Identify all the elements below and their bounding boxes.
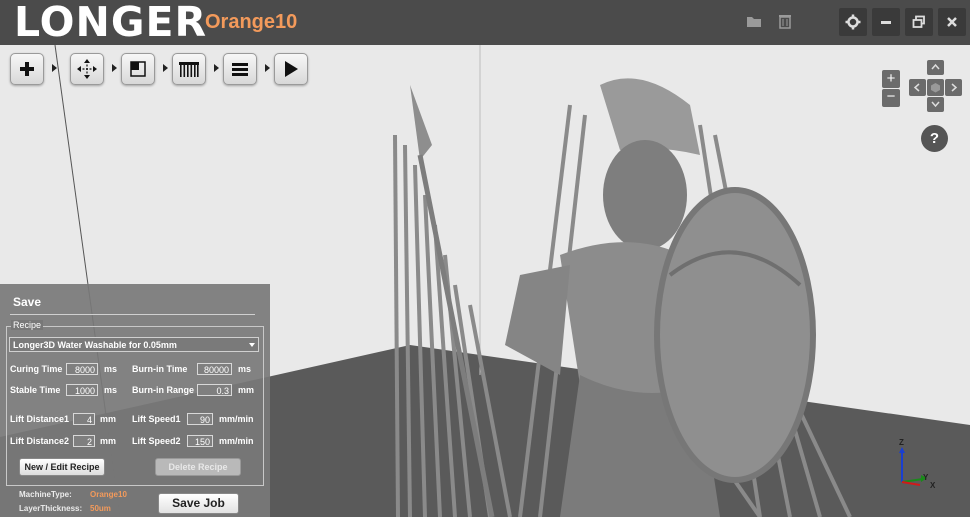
stable-time-label: Stable Time	[10, 385, 61, 395]
stable-time-unit: ms	[104, 385, 118, 395]
minimize-button[interactable]	[872, 8, 900, 36]
burnin-range-input[interactable]: 0.3	[197, 384, 232, 396]
supports-icon	[179, 62, 199, 77]
lift-distance1-input[interactable]: 4	[73, 413, 95, 425]
delete-recipe-button[interactable]: Delete Recipe	[155, 458, 241, 476]
curing-time-label: Curing Time	[10, 364, 63, 374]
add-model-button[interactable]	[10, 53, 44, 85]
play-icon	[285, 61, 298, 77]
lift-distance1-unit: mm	[100, 414, 117, 424]
panel-title: Save	[13, 295, 42, 309]
title-bar: LONGER Orange10	[0, 0, 970, 46]
print-button[interactable]	[274, 53, 308, 85]
trash-icon[interactable]	[776, 12, 794, 30]
longer-logo: LONGER	[14, 0, 208, 46]
zoom-out-button[interactable]: −	[882, 89, 900, 107]
burnin-time-label: Burn-in Time	[132, 364, 188, 374]
move-button[interactable]	[70, 53, 104, 85]
chevron-left-icon	[913, 83, 920, 92]
add-menu-arrow[interactable]	[52, 64, 57, 72]
burnin-range-unit: mm	[238, 385, 255, 395]
save-panel: Save Recipe Longer3D Water Washable for …	[0, 284, 270, 517]
restore-button[interactable]	[905, 8, 933, 36]
add-icon	[20, 62, 34, 76]
folder-icon[interactable]	[745, 12, 763, 30]
minimize-icon	[881, 21, 891, 24]
chevron-down-icon	[931, 101, 940, 108]
axis-z-label: Z	[899, 438, 904, 447]
axis-y-label: Y	[923, 473, 929, 482]
pan-left-button[interactable]	[909, 79, 926, 96]
lift-distance2-unit: mm	[100, 436, 117, 446]
scale-button[interactable]	[121, 53, 155, 85]
gear-icon	[845, 14, 861, 30]
new-edit-recipe-button[interactable]: New / Edit Recipe	[19, 458, 105, 476]
pan-up-button[interactable]	[927, 60, 944, 75]
lift-speed2-label: Lift Speed2	[132, 436, 181, 446]
shield	[654, 187, 816, 483]
zoom-in-button[interactable]: +	[882, 70, 900, 88]
save-job-button[interactable]: Save Job	[158, 493, 239, 514]
axis-gizmo	[899, 447, 927, 486]
machine-type-label: MachineType:	[19, 490, 72, 499]
settings-button[interactable]	[839, 8, 867, 36]
supports-button[interactable]	[172, 53, 206, 85]
chevron-right-icon	[951, 83, 958, 92]
recipe-select[interactable]: Longer3D Water Washable for 0.05mm	[9, 337, 259, 352]
curing-time-input[interactable]: 8000	[66, 363, 98, 375]
pan-down-button[interactable]	[927, 97, 944, 112]
pan-right-button[interactable]	[945, 79, 962, 96]
layers-menu-arrow[interactable]	[265, 64, 270, 72]
scale-menu-arrow[interactable]	[163, 64, 168, 72]
lift-speed1-unit: mm/min	[219, 414, 254, 424]
recipe-legend: Recipe	[11, 320, 44, 330]
burnin-range-label: Burn-in Range	[132, 385, 194, 395]
axis-x-label: X	[930, 481, 936, 490]
scale-icon	[130, 61, 146, 77]
close-button[interactable]	[938, 8, 966, 36]
help-button[interactable]: ?	[921, 125, 948, 152]
lift-speed1-label: Lift Speed1	[132, 414, 181, 424]
lift-speed2-input[interactable]: 150	[187, 435, 213, 447]
printer-model-label: Orange10	[205, 11, 298, 33]
layer-thickness-value: 50um	[90, 504, 111, 513]
supports-menu-arrow[interactable]	[214, 64, 219, 72]
close-icon	[947, 17, 957, 27]
cube-icon	[931, 83, 940, 93]
burnin-time-unit: ms	[238, 364, 252, 374]
chevron-up-icon	[931, 63, 940, 70]
move-menu-arrow[interactable]	[112, 64, 117, 72]
chevron-down-icon	[249, 343, 255, 347]
lift-distance1-label: Lift Distance1	[10, 414, 70, 424]
lift-distance2-input[interactable]: 2	[73, 435, 95, 447]
restore-icon	[912, 15, 925, 28]
machine-type-value: Orange10	[90, 490, 127, 499]
stable-time-input[interactable]: 1000	[66, 384, 98, 396]
layers-button[interactable]	[223, 53, 257, 85]
lift-distance2-label: Lift Distance2	[10, 436, 70, 446]
lift-speed1-input[interactable]: 90	[187, 413, 213, 425]
burnin-time-input[interactable]: 80000	[197, 363, 232, 375]
slice-layers-icon	[232, 63, 248, 76]
lift-speed2-unit: mm/min	[219, 436, 254, 446]
reset-view-button[interactable]	[927, 79, 944, 96]
help-icon: ?	[929, 130, 940, 147]
layer-thickness-label: LayerThickness:	[19, 504, 83, 513]
curing-time-unit: ms	[104, 364, 118, 374]
panel-divider	[10, 314, 255, 315]
move-icon	[77, 59, 97, 79]
